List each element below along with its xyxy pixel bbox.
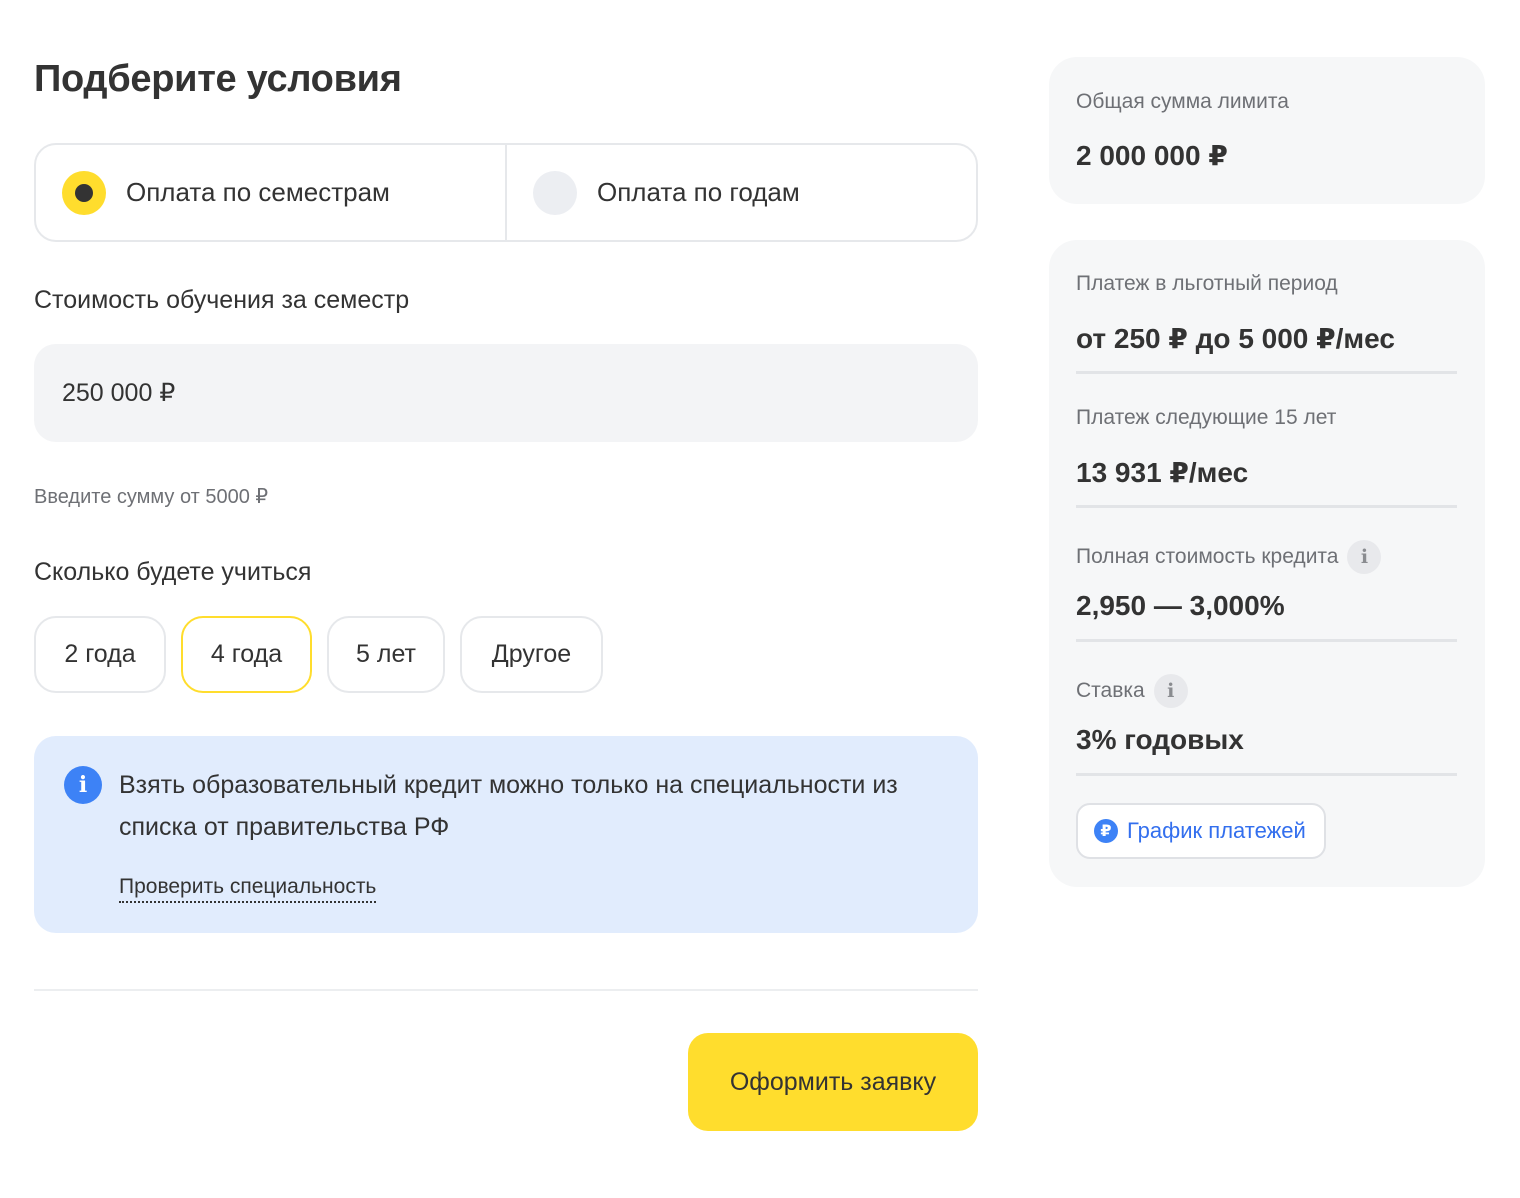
summary-label: Полная стоимость кредита xyxy=(1076,545,1339,568)
submit-application-button[interactable]: Оформить заявку xyxy=(688,1033,978,1131)
payment-option-label: Оплата по семестрам xyxy=(126,177,390,207)
duration-chip-other[interactable]: Другое xyxy=(460,616,603,693)
summary-row-rate: Ставка i 3% годовых xyxy=(1076,642,1457,776)
duration-chip-5-years[interactable]: 5 лет xyxy=(327,616,445,693)
cost-hint: Введите сумму от 5000 ₽ xyxy=(34,486,269,508)
summary-row-grace-payment: Платеж в льготный период от 250 ₽ до 5 0… xyxy=(1076,240,1457,374)
summary-row-next-payment: Платеж следующие 15 лет 13 931 ₽/мес xyxy=(1076,374,1457,508)
info-hint-icon[interactable]: i xyxy=(1153,674,1188,708)
summary-label: Платеж в льготный период xyxy=(1076,272,1338,295)
radio-unchecked-icon xyxy=(533,170,577,215)
info-text: Взять образовательный кредит можно тольк… xyxy=(119,771,898,841)
cost-label: Стоимость обучения за семестр xyxy=(34,286,410,314)
summary-label: Платеж следующие 15 лет xyxy=(1076,406,1337,429)
ruble-icon: ₽ xyxy=(1094,819,1118,843)
summary-value: 3% годовых xyxy=(1076,724,1244,755)
info-icon: i xyxy=(64,766,102,804)
divider xyxy=(34,989,978,991)
duration-label: Сколько будете учиться xyxy=(34,558,312,586)
summary-card: Платеж в льготный период от 250 ₽ до 5 0… xyxy=(1049,240,1485,887)
summary-value: от 250 ₽ до 5 000 ₽/мес xyxy=(1076,323,1395,354)
summary-label: Ставка xyxy=(1076,679,1145,702)
payment-schedule-label: График платежей xyxy=(1127,818,1306,843)
duration-chip-4-years[interactable]: 4 года xyxy=(181,616,312,693)
payment-option-label: Оплата по годам xyxy=(597,177,800,207)
check-specialty-link[interactable]: Проверить специальность xyxy=(119,874,377,903)
info-hint-icon[interactable]: i xyxy=(1347,540,1382,574)
limit-value: 2 000 000 ₽ xyxy=(1076,140,1228,171)
limit-card: Общая сумма лимита 2 000 000 ₽ xyxy=(1049,57,1485,204)
radio-checked-icon xyxy=(62,170,106,215)
duration-chip-2-years[interactable]: 2 года xyxy=(34,616,166,693)
payment-schedule-button[interactable]: ₽ График платежей xyxy=(1076,803,1326,859)
payment-mode-toggle: Оплата по семестрам Оплата по годам xyxy=(34,143,978,242)
page-title: Подберите условия xyxy=(34,58,402,100)
info-notice: i Взять образовательный кредит можно тол… xyxy=(34,736,978,933)
summary-value: 13 931 ₽/мес xyxy=(1076,457,1249,488)
payment-option-years[interactable]: Оплата по годам xyxy=(505,145,976,240)
summary-row-full-cost: Полная стоимость кредита i 2,950 — 3,000… xyxy=(1076,508,1457,642)
cost-input[interactable] xyxy=(34,344,978,442)
payment-option-semesters[interactable]: Оплата по семестрам xyxy=(36,145,505,240)
summary-value: 2,950 — 3,000% xyxy=(1076,590,1285,621)
limit-label: Общая сумма лимита xyxy=(1076,90,1289,113)
duration-options: 2 года 4 года 5 лет Другое xyxy=(34,616,603,693)
